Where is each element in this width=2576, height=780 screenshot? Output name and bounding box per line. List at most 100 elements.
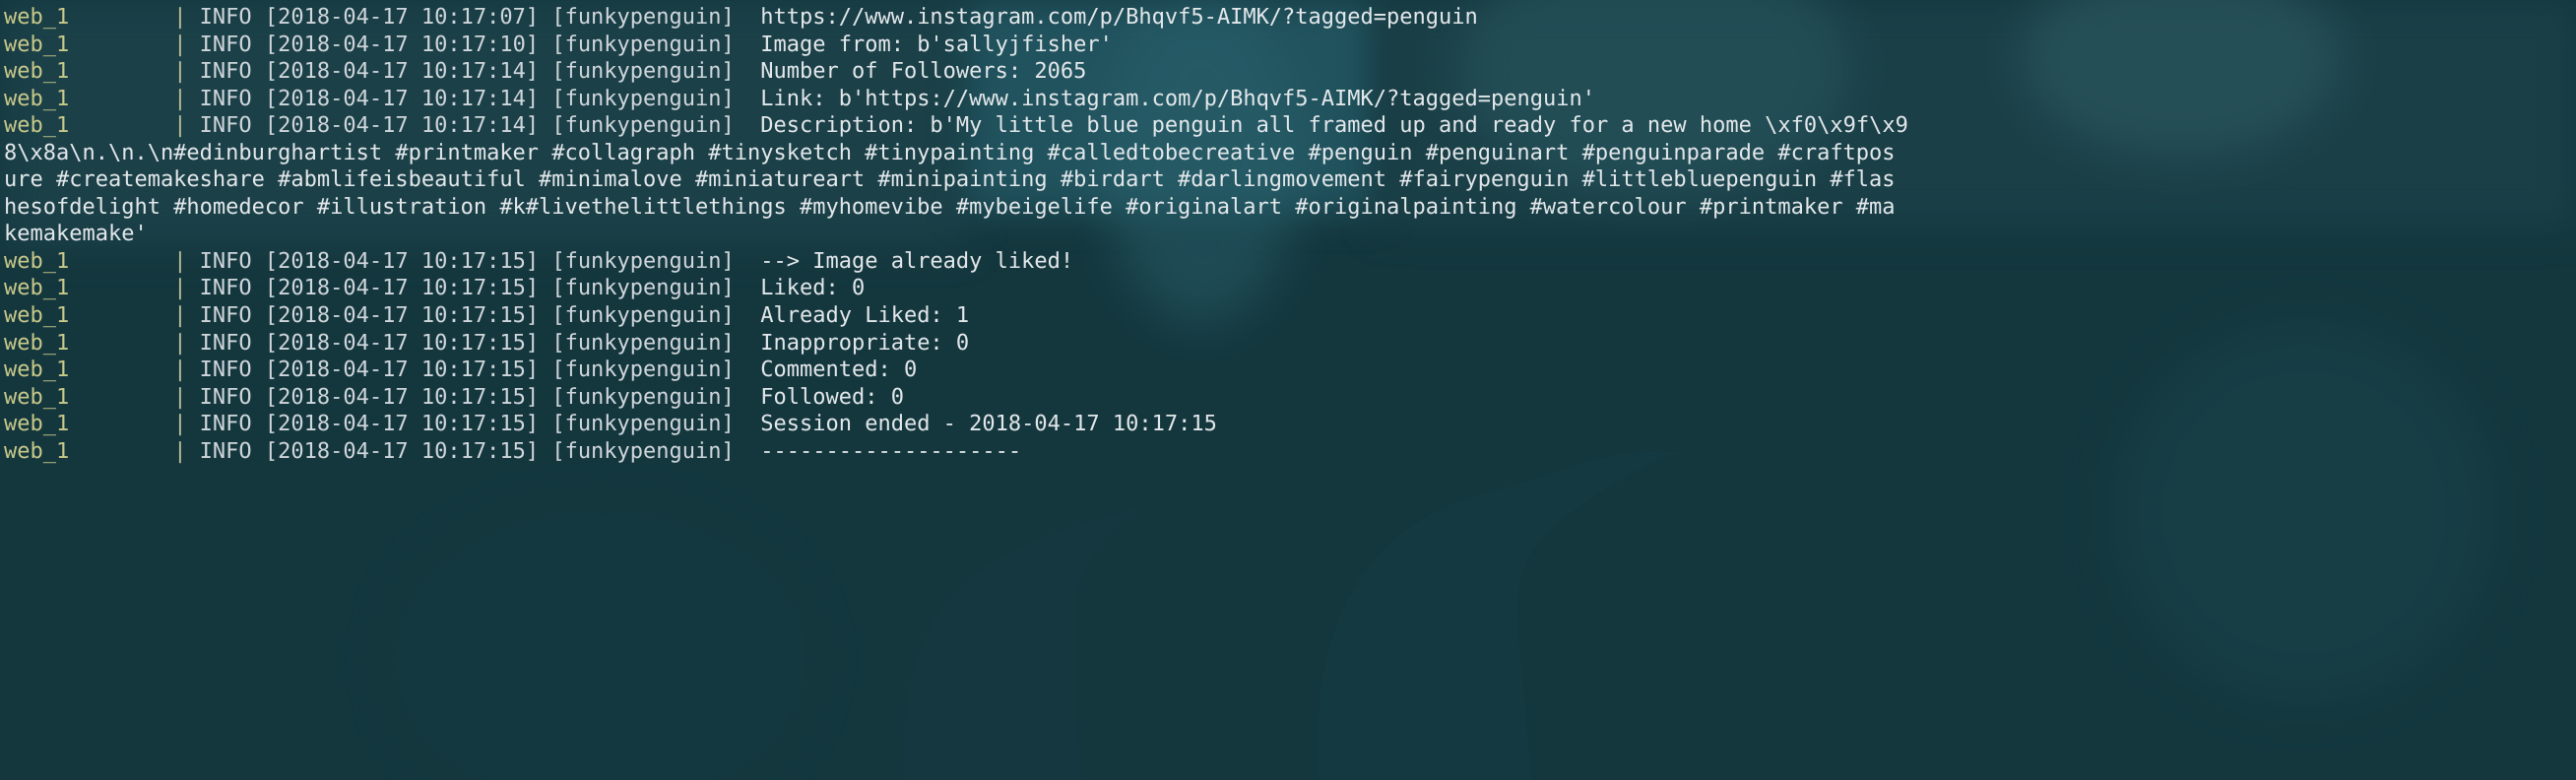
log-row-continuation: kemakemake': [4, 221, 2576, 248]
log-logger-name: [funkypenguin]: [539, 248, 761, 274]
log-message: Image from: b'sallyjfisher': [760, 32, 1113, 57]
log-service-name: web_1: [4, 5, 174, 30]
log-level: INFO: [186, 303, 265, 329]
log-row-continuation: 8\x8a\n.\n.\n#edinburghartist #printmake…: [4, 140, 2576, 167]
log-row: web_1 | INFO [2018-04-17 10:17:15] [funk…: [4, 357, 2576, 384]
log-timestamp: [2018-04-17 10:17:14]: [264, 59, 540, 85]
log-level: INFO: [186, 330, 265, 356]
log-message: Already Liked: 1: [760, 303, 970, 329]
log-level: INFO: [186, 32, 265, 57]
log-message: --> Image already liked!: [760, 248, 1074, 274]
log-logger-name: [funkypenguin]: [539, 276, 761, 301]
penguin-silhouette-small-icon: [904, 507, 1142, 780]
log-row: web_1 | INFO [2018-04-17 10:17:15] [funk…: [4, 411, 2576, 438]
log-row: web_1 | INFO [2018-04-17 10:17:15] [funk…: [4, 438, 2576, 466]
log-service-name: web_1: [4, 330, 174, 356]
log-timestamp: [2018-04-17 10:17:15]: [264, 303, 540, 329]
log-logger-name: [funkypenguin]: [539, 412, 761, 437]
log-level: INFO: [186, 412, 265, 437]
log-logger-name: [funkypenguin]: [539, 330, 761, 356]
log-logger-name: [funkypenguin]: [539, 59, 761, 85]
log-service-name: web_1: [4, 32, 174, 57]
log-message: Commented: 0: [760, 358, 918, 383]
log-logger-name: [funkypenguin]: [539, 32, 761, 57]
log-service-name: web_1: [4, 303, 174, 329]
log-column-separator: |: [173, 32, 187, 57]
log-row-continuation: ure #createmakeshare #abmlifeisbeautiful…: [4, 166, 2576, 194]
log-column-separator: |: [173, 276, 187, 301]
log-column-separator: |: [173, 330, 187, 356]
log-level: INFO: [186, 438, 265, 464]
log-logger-name: [funkypenguin]: [539, 358, 761, 383]
log-timestamp: [2018-04-17 10:17:07]: [264, 5, 540, 30]
log-row: web_1 | INFO [2018-04-17 10:17:14] [funk…: [4, 86, 2576, 113]
log-level: INFO: [186, 248, 265, 274]
log-service-name: web_1: [4, 438, 174, 464]
log-column-separator: |: [173, 438, 187, 464]
log-service-name: web_1: [4, 358, 174, 383]
log-timestamp: [2018-04-17 10:17:15]: [264, 330, 540, 356]
log-column-separator: |: [173, 59, 187, 85]
log-logger-name: [funkypenguin]: [539, 438, 761, 464]
log-timestamp: [2018-04-17 10:17:15]: [264, 412, 540, 437]
log-level: INFO: [186, 276, 265, 301]
log-service-name: web_1: [4, 59, 174, 85]
log-row: web_1 | INFO [2018-04-17 10:17:10] [funk…: [4, 32, 2576, 59]
log-logger-name: [funkypenguin]: [539, 384, 761, 410]
log-level: INFO: [186, 5, 265, 30]
log-output[interactable]: web_1 | INFO [2018-04-17 10:17:07] [funk…: [0, 0, 2576, 465]
log-service-name: web_1: [4, 384, 174, 410]
log-message: Session ended - 2018-04-17 10:17:15: [760, 412, 1217, 437]
log-column-separator: |: [173, 384, 187, 410]
terminal-window[interactable]: web_1 | INFO [2018-04-17 10:17:07] [funk…: [0, 0, 2576, 780]
log-timestamp: [2018-04-17 10:17:15]: [264, 276, 540, 301]
log-row: web_1 | INFO [2018-04-17 10:17:15] [funk…: [4, 330, 2576, 358]
log-timestamp: [2018-04-17 10:17:10]: [264, 32, 540, 57]
log-service-name: web_1: [4, 276, 174, 301]
log-column-separator: |: [173, 5, 187, 30]
log-row: web_1 | INFO [2018-04-17 10:17:15] [funk…: [4, 384, 2576, 412]
log-level: INFO: [186, 59, 265, 85]
log-timestamp: [2018-04-17 10:17:15]: [264, 384, 540, 410]
log-column-separator: |: [173, 86, 187, 111]
log-timestamp: [2018-04-17 10:17:15]: [264, 438, 540, 464]
log-message: Inappropriate: 0: [760, 330, 970, 356]
log-level: INFO: [186, 384, 265, 410]
log-message: Followed: 0: [760, 384, 904, 410]
log-message: Description: b'My little blue penguin al…: [760, 113, 1908, 139]
log-message: Link: b'https://www.instagram.com/p/Bhqv…: [760, 86, 1595, 111]
log-message: --------------------: [760, 438, 1022, 464]
log-row: web_1 | INFO [2018-04-17 10:17:15] [funk…: [4, 302, 2576, 330]
log-timestamp: [2018-04-17 10:17:15]: [264, 248, 540, 274]
log-row: web_1 | INFO [2018-04-17 10:17:15] [funk…: [4, 275, 2576, 302]
log-service-name: web_1: [4, 248, 174, 274]
log-service-name: web_1: [4, 412, 174, 437]
log-level: INFO: [186, 113, 265, 139]
log-column-separator: |: [173, 358, 187, 383]
log-logger-name: [funkypenguin]: [539, 86, 761, 111]
log-column-separator: |: [173, 248, 187, 274]
log-service-name: web_1: [4, 113, 174, 139]
log-row-continuation: hesofdelight #homedecor #illustration #k…: [4, 194, 2576, 222]
log-message-continuation: ure #createmakeshare #abmlifeisbeautiful…: [4, 167, 1896, 193]
log-message: Number of Followers: 2065: [760, 59, 1087, 85]
log-message-continuation: 8\x8a\n.\n.\n#edinburghartist #printmake…: [4, 140, 1896, 165]
log-logger-name: [funkypenguin]: [539, 303, 761, 329]
log-column-separator: |: [173, 303, 187, 329]
log-message: Liked: 0: [760, 276, 866, 301]
log-level: INFO: [186, 86, 265, 111]
log-row: web_1 | INFO [2018-04-17 10:17:15] [funk…: [4, 248, 2576, 276]
log-level: INFO: [186, 358, 265, 383]
log-row: web_1 | INFO [2018-04-17 10:17:14] [funk…: [4, 58, 2576, 86]
log-logger-name: [funkypenguin]: [539, 5, 761, 30]
log-timestamp: [2018-04-17 10:17:14]: [264, 113, 540, 139]
log-row: web_1 | INFO [2018-04-17 10:17:14] [funk…: [4, 112, 2576, 140]
log-column-separator: |: [173, 113, 187, 139]
log-service-name: web_1: [4, 86, 174, 111]
log-timestamp: [2018-04-17 10:17:15]: [264, 358, 540, 383]
log-timestamp: [2018-04-17 10:17:14]: [264, 86, 540, 111]
log-column-separator: |: [173, 412, 187, 437]
log-message: https://www.instagram.com/p/Bhqvf5-AIMK/…: [760, 5, 1478, 30]
log-message-continuation: hesofdelight #homedecor #illustration #k…: [4, 194, 1896, 220]
log-message-continuation: kemakemake': [4, 222, 148, 247]
